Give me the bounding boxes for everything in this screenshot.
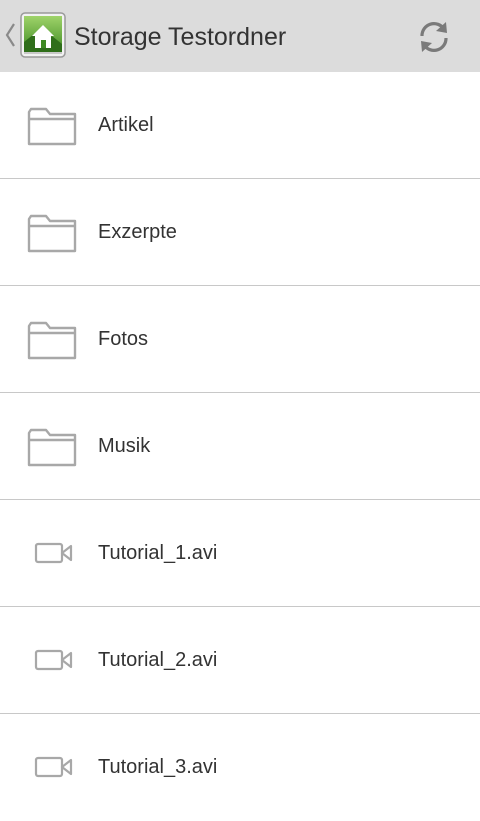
up-navigation-button[interactable] xyxy=(0,0,68,72)
refresh-icon xyxy=(420,22,448,52)
list-item-label: Artikel xyxy=(98,114,154,136)
list-item-video[interactable]: Tutorial_1.avi xyxy=(0,500,480,607)
home-landscape-icon xyxy=(20,12,66,58)
refresh-button[interactable] xyxy=(404,8,464,66)
list-item-label: Tutorial_1.avi xyxy=(98,542,218,564)
folder-icon xyxy=(27,214,77,253)
list-item-video[interactable]: Tutorial_2.avi xyxy=(0,607,480,714)
folder-icon xyxy=(27,428,77,467)
file-list: Artikel Exzerpte Fotos Musik Tutorial_1.… xyxy=(0,72,480,821)
list-item-label: Exzerpte xyxy=(98,221,177,243)
list-item-label: Fotos xyxy=(98,328,149,350)
list-item-label: Musik xyxy=(98,435,151,457)
folder-icon xyxy=(27,107,77,146)
video-camera-icon xyxy=(34,542,73,564)
list-item-folder[interactable]: Artikel xyxy=(0,72,480,179)
video-camera-icon xyxy=(34,649,73,671)
list-item-label: Tutorial_3.avi xyxy=(98,756,218,778)
action-bar: Storage Testordner xyxy=(0,0,480,72)
list-item-label: Tutorial_2.avi xyxy=(98,649,218,671)
list-item-folder[interactable]: Exzerpte xyxy=(0,179,480,286)
folder-icon xyxy=(27,321,77,360)
page-title: Storage Testordner xyxy=(74,23,287,51)
list-item-folder[interactable]: Fotos xyxy=(0,286,480,393)
list-item-folder[interactable]: Musik xyxy=(0,393,480,500)
list-item-video[interactable]: Tutorial_3.avi xyxy=(0,714,480,821)
chevron-left-icon xyxy=(5,23,15,47)
video-camera-icon xyxy=(34,756,73,778)
